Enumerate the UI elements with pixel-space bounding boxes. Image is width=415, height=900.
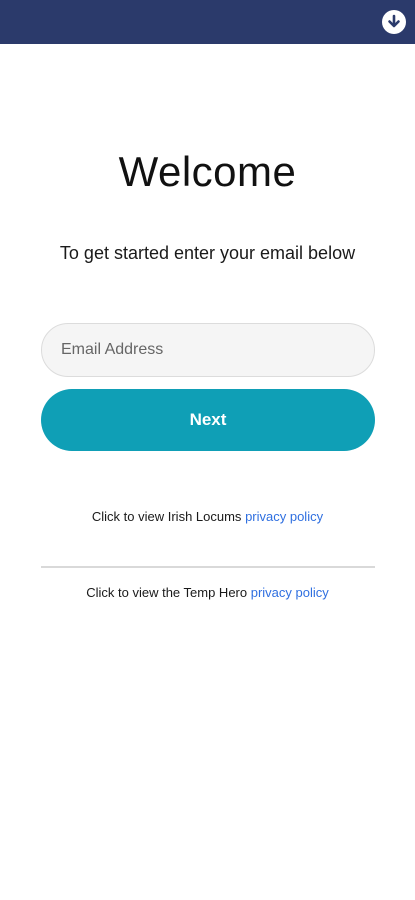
next-button[interactable]: Next — [41, 389, 375, 451]
download-arrow-icon — [388, 14, 400, 28]
welcome-title: Welcome — [118, 148, 297, 195]
download-button[interactable] — [382, 10, 406, 34]
email-field[interactable] — [41, 323, 375, 377]
welcome-subtitle: To get started enter your email below — [59, 243, 356, 263]
temp-hero-privacy-link[interactable]: privacy policy — [251, 585, 329, 600]
irish-locums-policy-text: Click to view Irish Locums — [91, 509, 242, 524]
divider — [41, 566, 375, 568]
irish-locums-privacy-link[interactable]: privacy policy — [245, 509, 323, 524]
top-bar — [0, 0, 415, 44]
temp-hero-policy-row: Click to view the Temp Hero privacy poli… — [0, 585, 415, 600]
irish-locums-policy-row: Click to view Irish Locums privacy polic… — [0, 509, 415, 524]
temp-hero-policy-text: Click to view the Temp Hero — [86, 585, 248, 600]
